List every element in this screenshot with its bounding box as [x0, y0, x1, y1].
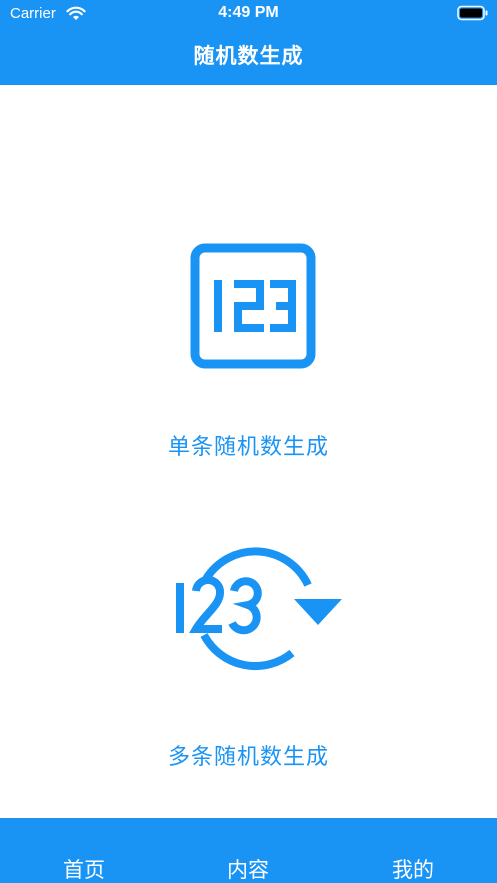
tab-mine[interactable]: 我的	[343, 854, 483, 883]
main-content: 单条随机数生成 多条随机数生成	[0, 85, 497, 818]
number-box-icon	[190, 243, 316, 369]
battery-icon	[457, 5, 488, 21]
app-header: Carrier 4:49 PM 随机数生成	[0, 0, 497, 85]
multi-option-label: 多条随机数生成	[167, 745, 329, 770]
bottom-tab-bar: 首页 内容 我的	[0, 818, 497, 883]
page-title: 随机数生成	[193, 44, 304, 68]
single-random-number-option[interactable]: 单条随机数生成	[0, 225, 497, 475]
refresh-numbers-icon	[176, 547, 342, 670]
single-option-label: 单条随机数生成	[167, 435, 329, 460]
multi-random-number-option[interactable]: 多条随机数生成	[0, 537, 497, 787]
status-time: 4:49 PM	[218, 4, 279, 21]
status-bar: Carrier 4:49 PM	[0, 0, 497, 28]
tab-content[interactable]: 内容	[178, 854, 318, 883]
tab-home[interactable]: 首页	[14, 854, 154, 883]
